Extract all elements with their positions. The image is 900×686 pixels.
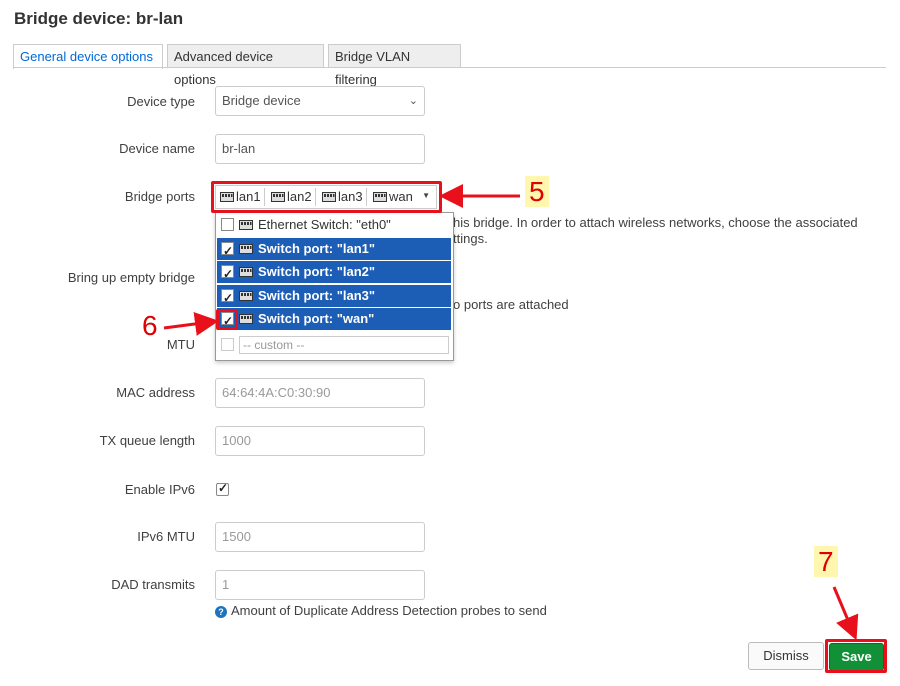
annotation-step-7-label: 7 [814, 546, 838, 577]
annotation-step-5: 5 [525, 176, 549, 208]
arrow-step-7 [832, 586, 859, 641]
annotation-step-6: 6 [142, 310, 158, 342]
arrow-step-6 [163, 312, 219, 336]
annotation-step-5-label: 5 [525, 176, 549, 207]
annotation-step-7: 7 [814, 546, 838, 578]
annotation-arrows [163, 184, 859, 641]
annotation-step-6-label: 6 [142, 310, 158, 341]
